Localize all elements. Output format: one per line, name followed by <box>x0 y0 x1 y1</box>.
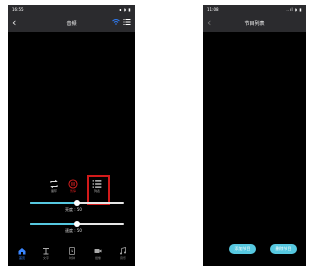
tab-home-label: 首页 <box>18 256 25 260</box>
status-icons: ∎ ◗ ▮ <box>119 7 131 12</box>
camera-icon <box>94 249 102 253</box>
repeat-icon <box>50 179 58 189</box>
delete-program-button[interactable]: 删除节目 <box>270 244 297 254</box>
tab-clock[interactable]: 时钟 <box>64 247 80 260</box>
pause-label: 暂停 <box>69 189 76 193</box>
speed-label: 速度 : 50 <box>65 228 82 233</box>
pause-icon <box>68 179 78 189</box>
nav-bar: ‹ 节目列表 <box>203 14 306 32</box>
brightness-slider[interactable] <box>30 200 124 206</box>
tab-clock-label: 时钟 <box>68 256 75 260</box>
speed-fill <box>30 223 77 225</box>
audio-screen: 16:55 ∎ ◗ ▮ ‹ 音频 循环 暂停 列表 亮度: 50 速度: 5… <box>8 5 135 266</box>
clock-icon <box>69 247 75 255</box>
status-time: 11:08 <box>207 7 219 12</box>
tab-camera[interactable]: 摄像 <box>90 247 106 260</box>
status-bar: 11:08 ..ıl ◗ ▮ <box>203 5 306 14</box>
status-icons: ..ıl ◗ ▮ <box>286 7 302 12</box>
speed-slider[interactable] <box>30 221 124 227</box>
repeat-label: 循环 <box>50 189 57 193</box>
status-bar: 16:55 ∎ ◗ ▮ <box>8 5 135 14</box>
speed-knob[interactable] <box>74 221 80 227</box>
tab-bar: 首页 文字 时钟 摄像 音乐 <box>8 244 135 266</box>
page-title: 节目列表 <box>244 21 265 27</box>
tab-text[interactable]: 文字 <box>38 247 54 260</box>
program-list-screen: 11:08 ..ıl ◗ ▮ ‹ 节目列表 添加节目 删除节目 <box>203 5 306 266</box>
wifi-icon[interactable] <box>112 18 120 26</box>
tab-home[interactable]: 首页 <box>14 247 30 260</box>
brightness-label: 亮度 : 50 <box>65 207 82 212</box>
home-icon <box>18 248 26 255</box>
nav-bar: ‹ 音频 <box>8 14 135 32</box>
pause-button[interactable]: 暂停 <box>66 179 80 193</box>
highlight-box <box>87 175 110 205</box>
tab-text-label: 文字 <box>42 256 49 260</box>
text-icon <box>43 248 49 255</box>
brightness-knob[interactable] <box>74 200 80 206</box>
tab-camera-label: 摄像 <box>94 256 101 260</box>
tab-music[interactable]: 音乐 <box>115 247 131 260</box>
add-program-button[interactable]: 添加节目 <box>229 244 256 254</box>
status-time: 16:55 <box>12 7 24 12</box>
brightness-fill <box>30 202 77 204</box>
menu-list-icon[interactable] <box>123 18 131 26</box>
music-icon <box>120 247 126 255</box>
repeat-button[interactable]: 循环 <box>47 179 61 193</box>
tab-music-label: 音乐 <box>119 256 126 260</box>
